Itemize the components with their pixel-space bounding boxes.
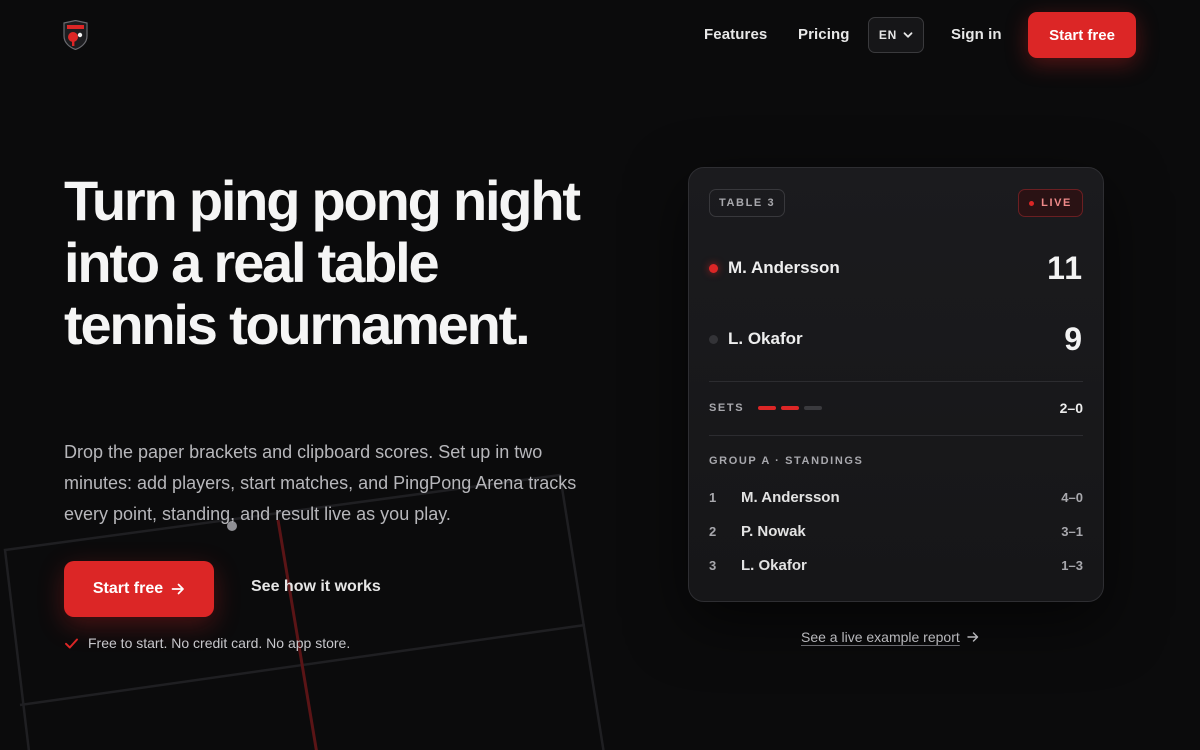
see-how-it-works-link[interactable]: See how it works [251,578,381,596]
assurance-note: Free to start. No credit card. No app st… [64,635,350,651]
divider [709,435,1083,436]
hero-start-free-button[interactable]: Start free [64,561,214,617]
chevron-down-icon [903,32,913,38]
sets-label: SETS [709,402,745,414]
set-indicator [781,406,800,410]
standings-rank: 3 [709,557,717,573]
check-icon [65,638,78,648]
standings-record: 3–1 [1061,523,1083,539]
standings-record: 1–3 [1061,557,1083,573]
live-label: LIVE [1041,197,1072,209]
live-example-report-link[interactable]: See a live example report [801,629,979,645]
nav-pricing-link[interactable]: Pricing [798,26,850,43]
standings-name: L. Okafor [741,556,807,574]
hero-subtitle: Drop the paper brackets and clipboard sc… [64,442,577,524]
player-name: M. Andersson [728,258,840,277]
standings-rank: 2 [709,523,717,539]
sign-in-link[interactable]: Sign in [951,26,1002,43]
ping-pong-shield-icon[interactable] [62,20,89,50]
hero-title: Turn ping pong night into a real table t… [64,169,581,356]
standings-rank: 1 [709,489,717,505]
nav-features-link[interactable]: Features [704,26,767,43]
standings-record: 4–0 [1061,489,1083,505]
standings-row: 1 M. Andersson 4–0 [709,486,1083,508]
live-scoreboard-card: TABLE 3 LIVE M. Andersson 11 L. Okafor 9… [688,167,1104,602]
serve-indicator-icon [709,334,718,344]
standings-row: 3 L. Okafor 1–3 [709,554,1083,576]
player-row: M. Andersson 11 [709,246,1083,290]
arrow-right-icon [171,583,184,595]
table-label-badge: TABLE 3 [709,189,786,217]
divider [709,381,1083,382]
standings-title: GROUP A · STANDINGS [709,455,864,467]
hero-start-free-label: Start free [92,580,164,597]
language-value: EN [878,28,898,42]
player-name: L. Okafor [728,329,803,348]
player-score: 9 [1064,320,1083,357]
sets-score: 2–0 [1059,400,1083,416]
arrow-right-icon [967,632,978,642]
header-start-free-button[interactable]: Start free [1028,12,1136,58]
site-header: Features Pricing EN Sign in Start free [0,0,1200,72]
set-indicator [804,406,823,410]
standings-name: M. Andersson [741,488,840,506]
serve-indicator-icon [709,263,718,273]
live-badge: LIVE [1018,189,1083,217]
live-dot-icon [1029,200,1035,206]
report-link-text: See a live example report [801,629,960,645]
set-indicator [758,406,777,410]
assurance-text: Free to start. No credit card. No app st… [88,635,351,651]
standings-row: 2 P. Nowak 3–1 [709,520,1083,542]
player-score: 11 [1047,249,1083,286]
language-select[interactable]: EN [868,17,924,53]
sets-row: SETS 2–0 [709,398,1083,418]
standings-name: P. Nowak [741,522,806,540]
player-row: L. Okafor 9 [709,317,1083,361]
